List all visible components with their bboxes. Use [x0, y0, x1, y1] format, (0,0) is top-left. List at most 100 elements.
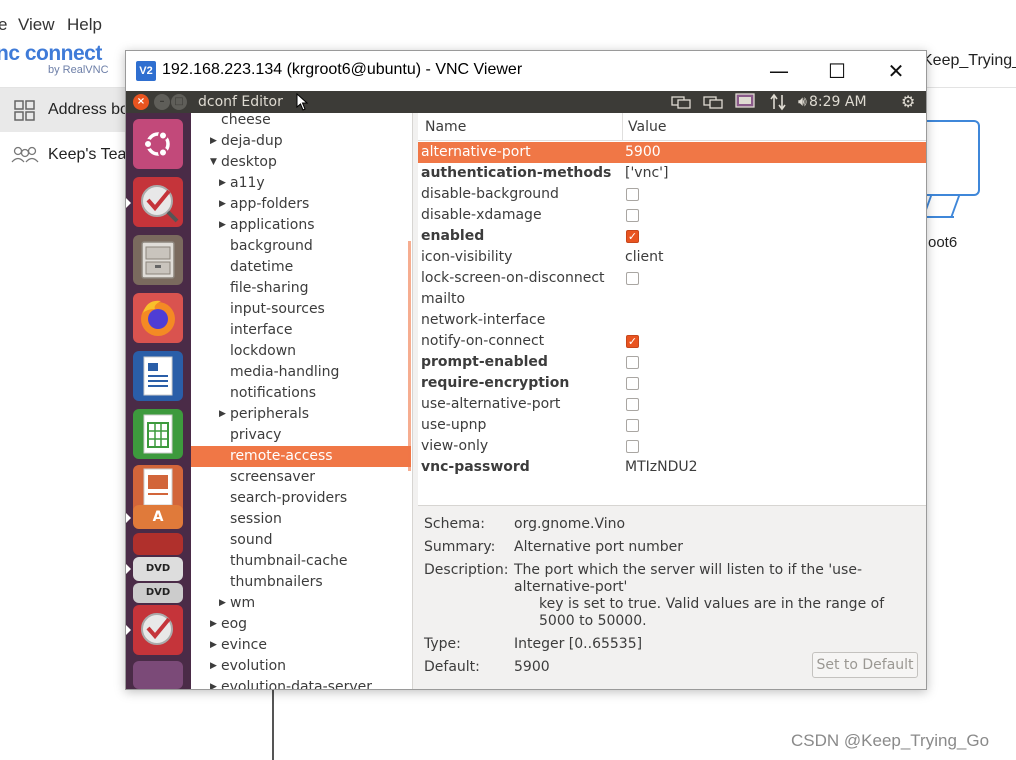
key-row-network-interface[interactable]: network-interface	[418, 310, 926, 331]
tree-item-peripherals[interactable]: ▶ peripherals	[191, 404, 411, 425]
tree-scrollbar[interactable]	[408, 241, 411, 471]
tree-item-wm[interactable]: ▶ wm	[191, 593, 411, 614]
launcher-files[interactable]	[133, 235, 183, 285]
key-row-vnc-password[interactable]: vnc-password MTIzNDU2	[418, 457, 926, 478]
tree-item-sound[interactable]: sound	[191, 530, 411, 551]
set-to-default-button[interactable]: Set to Default	[812, 652, 918, 678]
sidebar-item-team-label[interactable]: Keep's Tea	[48, 146, 126, 164]
tree-item-datetime[interactable]: datetime	[191, 257, 411, 278]
launcher-trash[interactable]	[133, 661, 183, 689]
tree-item-input-sources[interactable]: input-sources	[191, 299, 411, 320]
launcher-dvd-2[interactable]: DVD	[133, 583, 183, 603]
expand-right-icon[interactable]: ▶	[210, 131, 217, 152]
key-value[interactable]: ['vnc']	[625, 163, 668, 184]
network-icon-2[interactable]	[703, 94, 723, 110]
checkbox[interactable]	[626, 398, 639, 411]
expand-right-icon[interactable]: ▶	[219, 194, 226, 215]
tree-item-eog[interactable]: ▶ eog	[191, 614, 411, 635]
bg-menu-help[interactable]: Help	[67, 15, 102, 35]
key-row-use-alternative-port[interactable]: use-alternative-port	[418, 394, 926, 415]
tree-item-evolution-data-server[interactable]: ▶ evolution-data-server	[191, 677, 411, 689]
column-name[interactable]: Name	[425, 119, 466, 135]
launcher-firefox[interactable]	[133, 293, 183, 343]
tree-item-deja-dup[interactable]: ▶ deja-dup	[191, 131, 411, 152]
vnc-titlebar[interactable]: V2 192.168.223.134 (krgroot6@ubuntu) - V…	[126, 51, 926, 91]
key-row-alternative-port[interactable]: alternative-port 5900	[418, 142, 926, 163]
tree-item-a11y[interactable]: ▶ a11y	[191, 173, 411, 194]
launcher-dconf[interactable]	[133, 177, 183, 227]
minimize-button[interactable]: —	[756, 57, 802, 85]
tree-item-thumbnail-cache[interactable]: thumbnail-cache	[191, 551, 411, 572]
computer-icon[interactable]	[922, 120, 980, 196]
display-icon[interactable]	[735, 93, 755, 111]
maximize-button[interactable]: ☐	[814, 57, 860, 85]
key-row-require-encryption[interactable]: require-encryption	[418, 373, 926, 394]
key-row-enabled[interactable]: enabled ✓	[418, 226, 926, 247]
expand-right-icon[interactable]: ▶	[219, 593, 226, 614]
checkbox-checked[interactable]: ✓	[626, 230, 639, 243]
checkbox-checked[interactable]: ✓	[626, 335, 639, 348]
expand-down-icon[interactable]: ▼	[210, 152, 217, 173]
tree-item-background[interactable]: background	[191, 236, 411, 257]
tree-item-search-providers[interactable]: search-providers	[191, 488, 411, 509]
key-row-notify-on-connect[interactable]: notify-on-connect ✓	[418, 331, 926, 352]
tree-item-lockdown[interactable]: lockdown	[191, 341, 411, 362]
launcher-dconf-2[interactable]	[133, 605, 183, 655]
tree-item-app-folders[interactable]: ▶ app-folders	[191, 194, 411, 215]
key-value[interactable]: MTIzNDU2	[625, 457, 698, 478]
settings-icon[interactable]: ⚙	[901, 93, 915, 111]
key-row-view-only[interactable]: view-only	[418, 436, 926, 457]
tree-item-interface[interactable]: interface	[191, 320, 411, 341]
checkbox[interactable]	[626, 209, 639, 222]
expand-right-icon[interactable]: ▶	[219, 404, 226, 425]
key-row-authentication-methods[interactable]: authentication-methods ['vnc']	[418, 163, 926, 184]
tree-item-screensaver[interactable]: screensaver	[191, 467, 411, 488]
network-icon[interactable]	[671, 94, 691, 110]
key-value[interactable]: 5900	[625, 142, 661, 163]
tree-item-evince[interactable]: ▶ evince	[191, 635, 411, 656]
tree-item-session[interactable]: session	[191, 509, 411, 530]
launcher-dvd[interactable]: DVD	[133, 557, 183, 581]
key-row-mailto[interactable]: mailto	[418, 289, 926, 310]
checkbox[interactable]	[626, 377, 639, 390]
checkbox[interactable]	[626, 440, 639, 453]
expand-right-icon[interactable]: ▶	[210, 677, 217, 689]
bg-menu-view[interactable]: View	[18, 15, 55, 35]
tree-item-notifications[interactable]: notifications	[191, 383, 411, 404]
tree-item-remote-access[interactable]: remote-access	[191, 446, 411, 467]
dconf-close-button[interactable]: ×	[133, 94, 149, 110]
clock[interactable]: 8:29 AM	[809, 94, 867, 110]
column-value[interactable]: Value	[628, 119, 666, 135]
tree-item-privacy[interactable]: privacy	[191, 425, 411, 446]
checkbox[interactable]	[626, 356, 639, 369]
tree-item-media-handling[interactable]: media-handling	[191, 362, 411, 383]
launcher-ubuntu[interactable]	[133, 119, 183, 169]
tree-item-desktop[interactable]: ▼ desktop	[191, 152, 411, 173]
schema-tree[interactable]: cheese ▶ deja-dup ▼ desktop ▶ a11y ▶ app-folders…	[191, 113, 413, 689]
transfer-icon[interactable]	[769, 93, 787, 111]
expand-right-icon[interactable]: ▶	[210, 656, 217, 677]
checkbox[interactable]	[626, 188, 639, 201]
key-row-disable-background[interactable]: disable-background	[418, 184, 926, 205]
launcher-writer[interactable]	[133, 351, 183, 401]
key-value[interactable]: client	[625, 247, 663, 268]
tree-item-cheese[interactable]: cheese	[191, 113, 411, 131]
key-row-disable-xdamage[interactable]: disable-xdamage	[418, 205, 926, 226]
key-row-lock-screen-on-disconnect[interactable]: lock-screen-on-disconnect	[418, 268, 926, 289]
expand-right-icon[interactable]: ▶	[219, 215, 226, 236]
key-row-use-upnp[interactable]: use-upnp	[418, 415, 926, 436]
bg-menu-file[interactable]: e	[0, 15, 7, 35]
launcher-calc[interactable]	[133, 409, 183, 459]
expand-right-icon[interactable]: ▶	[210, 635, 217, 656]
key-row-prompt-enabled[interactable]: prompt-enabled	[418, 352, 926, 373]
launcher-store[interactable]: A	[133, 505, 183, 529]
close-button[interactable]: ✕	[873, 57, 919, 85]
tree-item-evolution[interactable]: ▶ evolution	[191, 656, 411, 677]
dconf-maximize-button[interactable]: □	[171, 94, 187, 110]
dconf-minimize-button[interactable]: –	[154, 94, 170, 110]
expand-right-icon[interactable]: ▶	[219, 173, 226, 194]
launcher-item-red[interactable]	[133, 533, 183, 555]
computer-name[interactable]: oot6	[928, 234, 957, 251]
checkbox[interactable]	[626, 419, 639, 432]
checkbox[interactable]	[626, 272, 639, 285]
